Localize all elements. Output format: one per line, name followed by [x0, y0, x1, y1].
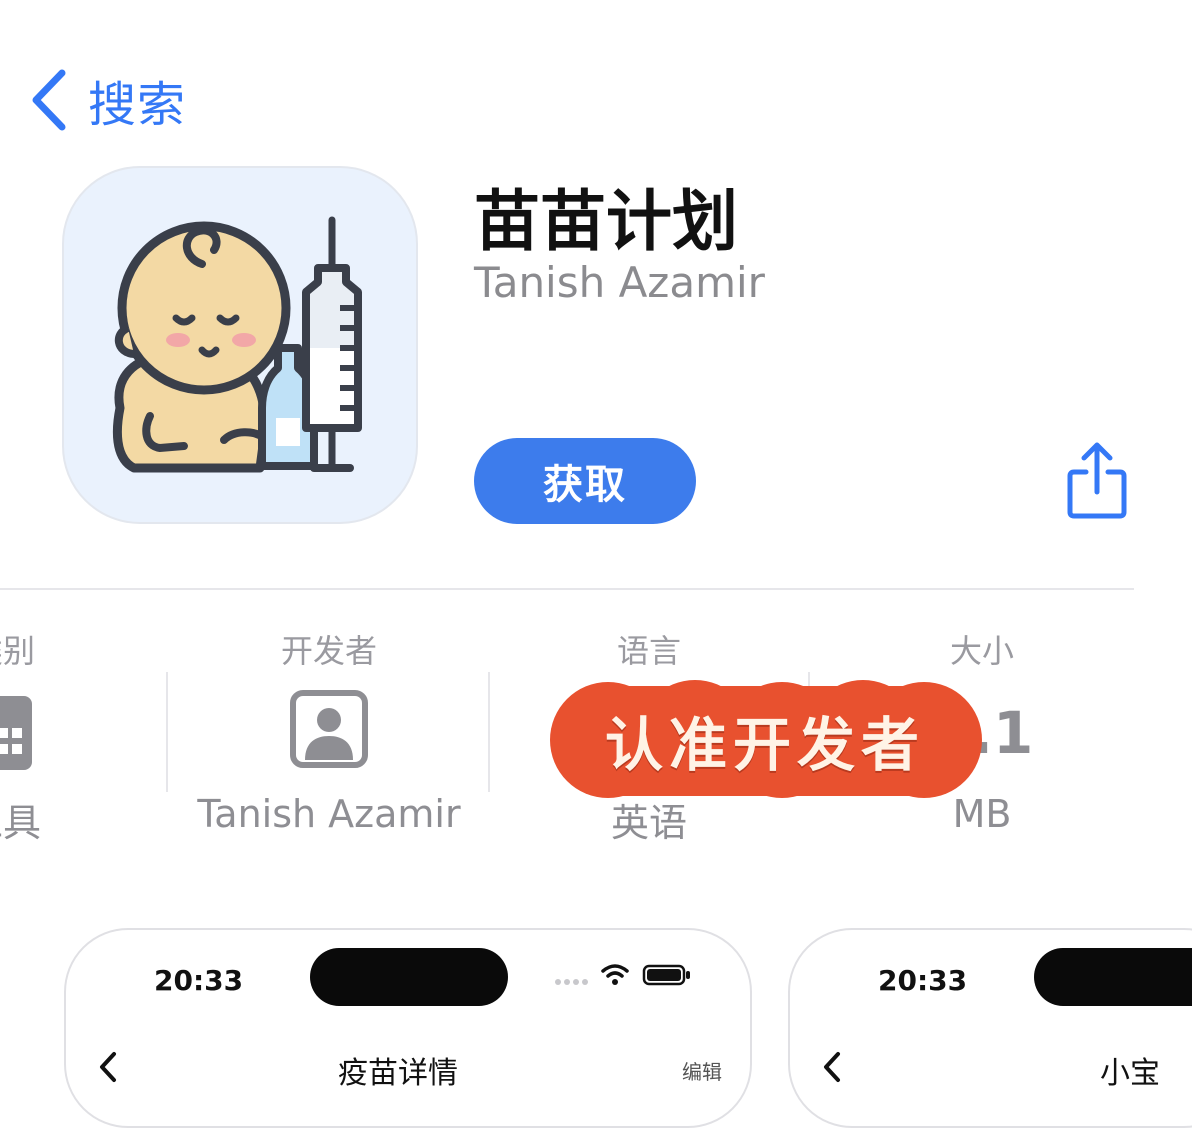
category-value: 工具 — [0, 801, 41, 845]
screen-title: 疫苗详情 — [338, 1056, 458, 1091]
language-heading: 语言 — [616, 632, 681, 670]
share-icon — [1067, 442, 1127, 519]
baby-vaccine-icon — [112, 216, 362, 473]
divider — [0, 588, 1134, 590]
chevron-left-icon — [32, 69, 66, 131]
info-separator — [166, 672, 168, 792]
chevron-left-icon[interactable] — [820, 1050, 844, 1084]
dynamic-island — [310, 948, 508, 1006]
share-button[interactable] — [1064, 440, 1130, 522]
status-time: 20:33 — [878, 964, 968, 997]
category-heading: 类别 — [0, 632, 35, 670]
wifi-icon — [601, 964, 629, 985]
get-button[interactable]: 获取 — [474, 438, 696, 524]
battery-icon — [642, 964, 690, 986]
dynamic-island — [1034, 948, 1192, 1006]
edit-button[interactable]: 编辑 — [682, 1056, 722, 1085]
screenshot-preview-1[interactable]: 20:33 疫苗详情 编辑 — [64, 928, 752, 1128]
info-category: 类别 工具 — [0, 628, 68, 847]
chevron-left-icon[interactable] — [96, 1050, 120, 1084]
app-title: 苗苗计划 — [474, 183, 738, 260]
info-separator — [488, 672, 490, 792]
language-value: 英语 — [610, 801, 687, 845]
signal-icon — [555, 979, 588, 985]
sticker-text: 认准开发者 — [604, 711, 925, 779]
back-button[interactable]: 搜索 — [24, 60, 186, 140]
developer-heading: 开发者 — [280, 632, 377, 670]
screen-title: 小宝 — [1100, 1056, 1160, 1091]
calculator-icon — [0, 696, 32, 770]
back-label: 搜索 — [88, 77, 187, 133]
info-developer[interactable]: 开发者 Tanish Azamir — [172, 628, 486, 836]
size-heading: 大小 — [949, 632, 1014, 670]
status-time: 20:33 — [154, 964, 244, 997]
app-icon — [62, 166, 418, 524]
person-icon — [290, 690, 368, 768]
screenshot-preview-2[interactable]: 20:33 小宝 — [788, 928, 1192, 1128]
developer-value: Tanish Azamir — [197, 792, 461, 836]
app-developer-link[interactable]: Tanish Azamir — [474, 258, 765, 307]
